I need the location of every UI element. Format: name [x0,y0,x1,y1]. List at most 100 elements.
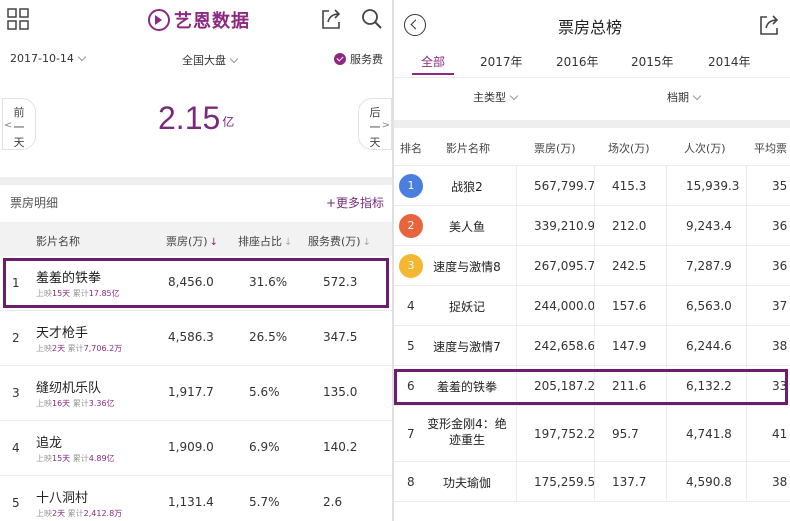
genre-filter[interactable]: 主类型 [473,89,519,105]
avg-price-value: 41 [772,427,788,441]
table-row[interactable]: 7 变形金刚4：绝迹重生 197,752.2 95.7 4,741.8 41 [394,406,790,462]
market-selector[interactable]: 全国大盘 [182,52,239,68]
film-title: 功夫瑜伽 [442,476,491,490]
days-prefix: 上映 [36,399,52,408]
col-shows[interactable]: 场次(万) [608,140,650,156]
col-divider [746,462,747,501]
table-row[interactable]: 3 速度与激情8 267,095.7 242.5 7,287.9 36 [394,246,790,286]
table-row[interactable]: 3 缝纫机乐队 上映16天 累计3.36亿 1,917.7 5.6% 135.0 [0,366,392,421]
col-divider [516,462,517,501]
col-divider [516,366,517,405]
days-prefix: 上映 [36,344,52,353]
viewers-value: 6,132.2 [686,379,732,393]
viewers-value: 6,244.6 [686,339,732,353]
ranking-filters: 主类型 档期 [394,86,790,108]
film-title: 美人鱼 [448,220,485,234]
col-divider [666,246,667,285]
film-title: 缝纫机乐队 [36,381,102,396]
rank-medal: 1 [399,174,423,198]
row-rank: 5 [407,339,415,353]
table-row[interactable]: 1 羞羞的铁拳 上映15天 累计17.85亿 8,456.0 31.6% 572.3 [0,256,392,311]
shows-value: 242.5 [612,259,647,273]
box-office-value: 1,917.7 [168,385,214,399]
film-title: 追龙 [36,436,63,451]
film-title: 战狼2 [451,180,483,194]
col-rank: 排名 [400,142,422,155]
share-icon[interactable] [320,8,342,30]
col-divider [594,366,595,405]
col-box-office[interactable]: 票房(万) [534,140,576,156]
avg-price-value: 35 [772,179,788,193]
shows-value: 157.6 [612,299,647,313]
table-row[interactable]: 5 速度与激情7 242,658.6 147.9 6,244.6 38 [394,326,790,366]
col-divider [516,166,517,205]
table-row[interactable]: 4 追龙 上映15天 累计4.89亿 1,909.0 6.9% 140.2 [0,421,392,476]
shows-value: 147.9 [612,339,647,353]
col-box-office-label: 票房(万) [166,235,208,248]
col-avg-price[interactable]: 平均票 [754,140,787,156]
cum-prefix: 累计 [70,399,89,408]
next-day-char: 天 [369,136,381,149]
col-seat-share[interactable]: 排座占比 ↓ [238,233,292,249]
avg-price-value: 33 [772,379,788,393]
avg-price-value: 36 [772,219,788,233]
cumulative-box: 4.89亿 [88,454,115,463]
release-info: 上映16天 累计3.36亿 [36,398,115,409]
cumulative-box: 17.85亿 [88,289,120,298]
more-metrics-link[interactable]: +更多指标 [326,194,384,211]
ranking-table: 排名 影片名称 票房(万) 场次(万) 人次(万) 平均票 1 战狼2 567,79… [394,128,790,502]
col-divider [666,366,667,405]
sort-icon: ↓ [284,237,293,248]
date-selector[interactable]: 2017-10-14 [10,52,87,65]
grid-menu-icon[interactable] [7,8,29,30]
box-office-value: 175,259.5 [534,475,596,489]
col-service-fee[interactable]: 服务费(万) ↓ [308,233,371,249]
col-box-office[interactable]: 票房(万) ↓ [166,233,218,249]
days-released: 15天 [52,454,71,463]
table-row[interactable]: 6 羞羞的铁拳 205,187.2 211.6 6,132.2 33 [394,366,790,406]
sort-desc-icon: ↓ [209,237,218,248]
box-office-value: 8,456.0 [168,275,214,289]
col-divider [746,366,747,405]
table-row[interactable]: 1 战狼2 567,799.7 415.3 15,939.3 35 [394,166,790,206]
period-filter[interactable]: 档期 [667,89,702,105]
service-fee-toggle[interactable]: 服务费 [334,51,383,67]
table-row[interactable]: 8 功夫瑜伽 175,259.5 137.7 4,590.8 38 [394,462,790,502]
col-viewers[interactable]: 人次(万) [684,140,726,156]
seat-share-value: 31.6% [249,275,288,289]
release-info: 上映15天 累计4.89亿 [36,453,115,464]
table-row[interactable]: 2 天才枪手 上映2天 累计7,706.2万 4,586.3 26.5% 347.5 [0,311,392,366]
prev-day-button[interactable]: < 前 一 天 [2,98,36,150]
days-released: 2天 [52,509,66,518]
service-fee-value: 2.6 [323,495,343,509]
daily-box-office-screen: 艺恩数据 2017-10-14 全国大盘 服务费 < 前 一 天 2.15 亿 … [0,0,392,521]
cum-prefix: 累计 [70,454,89,463]
table-row[interactable]: 5 十八洞村 上映2天 累计2,412.8万 1,131.4 5.7% 2.6 [0,476,392,521]
tab-all[interactable]: 全部 [421,53,445,70]
days-prefix: 上映 [36,509,52,518]
seat-share-value: 26.5% [249,330,288,344]
table-row[interactable]: 4 捉妖记 244,000.0 157.6 6,563.0 37 [394,286,790,326]
table-row[interactable]: 2 美人鱼 339,210.9 212.0 9,243.4 36 [394,206,790,246]
tab-2017[interactable]: 2017年 [480,53,523,70]
shows-value: 95.7 [612,427,639,441]
cumulative-box: 3.36亿 [88,399,115,408]
avg-price-value: 38 [772,339,788,353]
search-icon[interactable] [360,7,384,31]
col-divider [666,206,667,245]
period-filter-label: 档期 [667,91,689,104]
service-fee-value: 135.0 [323,385,358,399]
tab-2015[interactable]: 2015年 [631,53,674,70]
next-day-button[interactable]: > 后 一 天 [358,98,392,150]
col-divider [746,206,747,245]
check-circle-icon [334,53,346,65]
col-divider [516,246,517,285]
col-divider [666,406,667,461]
col-divider [666,166,667,205]
tab-2016[interactable]: 2016年 [556,53,599,70]
back-icon[interactable] [404,14,426,36]
share-icon[interactable] [758,14,780,36]
total-box-office: 2.15 亿 [158,100,234,136]
box-office-value: 339,210.9 [534,219,596,233]
tab-2014[interactable]: 2014年 [708,53,751,70]
